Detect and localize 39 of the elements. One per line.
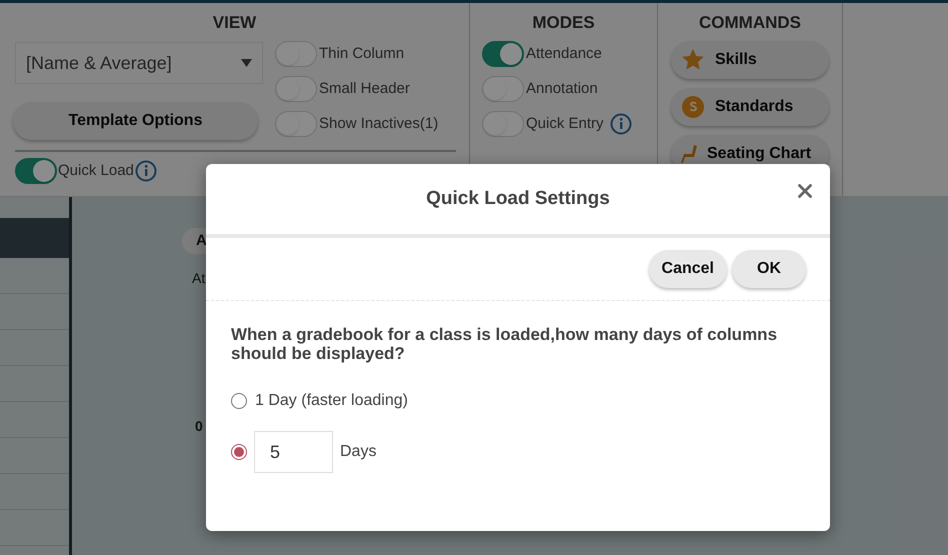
radio-button[interactable] [231,393,247,409]
table-cell-text: 0 [195,417,204,436]
toggle-label: Thin Column [319,44,404,64]
section-title: COMMANDS [698,12,802,34]
command-button[interactable]: Standards [671,88,829,126]
dialog-button[interactable]: OK [732,250,806,288]
view-dropdown[interactable]: [Name & Average] [15,42,263,84]
dialog-button[interactable]: Cancel [648,250,727,288]
column-label: At [192,269,206,288]
caret-icon [241,59,252,67]
info-icon[interactable] [610,113,632,135]
days-input-field[interactable]: 5 [254,431,333,473]
command-button[interactable]: Skills [671,41,829,79]
toggle-switch[interactable] [482,111,524,137]
toggle-switch[interactable] [482,41,524,67]
question-text: When a gradebook for a class is loaded,how many days of columns should be displayed? [230,325,778,363]
unit-label: Days [340,442,376,462]
toggle-switch[interactable] [275,41,317,67]
option-label: 1 Day (faster loading) [255,391,408,411]
toggle-label: Quick Entry [526,114,604,134]
toggle-switch[interactable] [15,158,57,184]
toggle-switch[interactable] [275,111,317,137]
toggle-label: Small Header [319,78,410,99]
star-icon [681,48,705,72]
toggle-label: Quick Load [58,160,134,181]
coin-icon [681,95,705,119]
chair-icon [681,145,697,163]
dialog-title: Quick Load Settings [426,186,610,211]
section-title: VIEW [212,12,258,34]
radio-button[interactable] [231,444,247,460]
toggle-label: Attendance [526,44,602,64]
toggle-switch[interactable] [482,76,524,102]
template-options-button[interactable]: Template Options [13,102,258,140]
toggle-switch[interactable] [275,76,317,102]
toggle-label: Annotation [526,78,598,99]
table-header [0,218,69,258]
toggle-label: Show Inactives(1) [319,114,438,134]
section-title: MODES [531,12,596,34]
info-icon[interactable] [134,160,157,182]
